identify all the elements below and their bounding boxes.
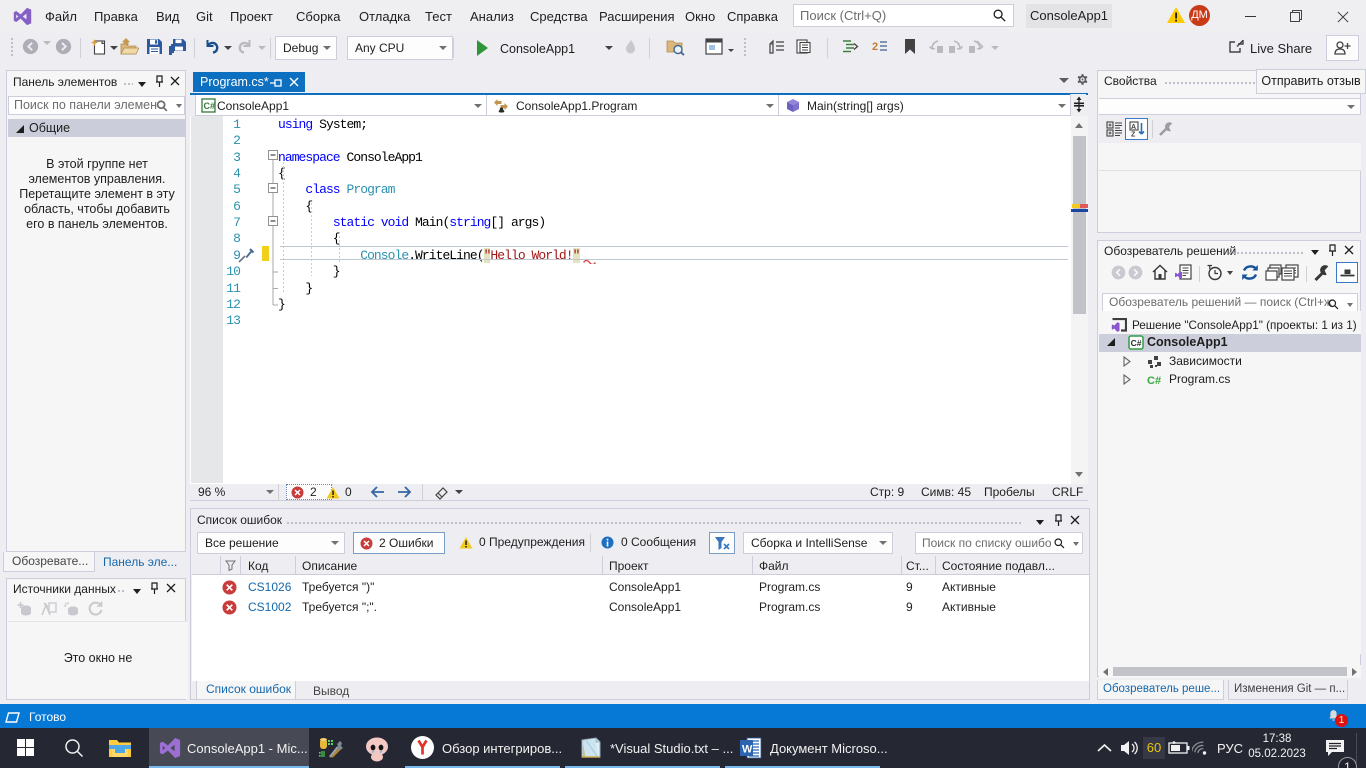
svg-text:A: A — [1131, 124, 1136, 131]
svg-text:Z: Z — [1131, 132, 1136, 138]
svg-text:C#: C# — [1131, 338, 1142, 348]
svg-text:C#: C# — [204, 101, 216, 111]
svg-text:W: W — [742, 744, 753, 756]
svg-text:C#: C# — [1147, 375, 1161, 387]
svg-text:2: 2 — [872, 41, 878, 53]
